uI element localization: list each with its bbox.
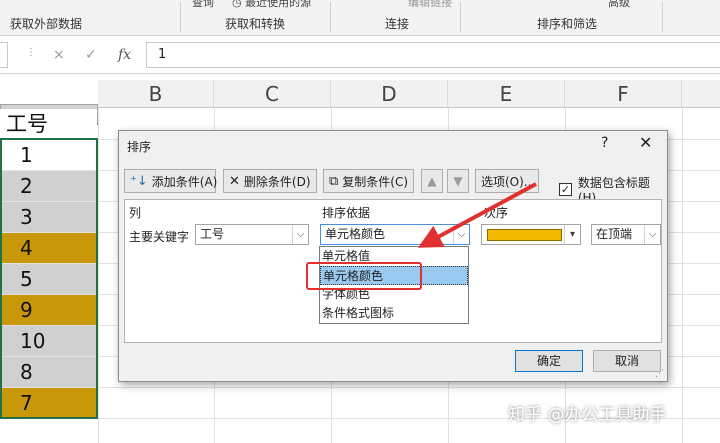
annotation-arrow [417,182,537,248]
annotation-arrow-line [417,182,537,248]
watermark: 知乎 @办公工具助手 [508,405,667,425]
